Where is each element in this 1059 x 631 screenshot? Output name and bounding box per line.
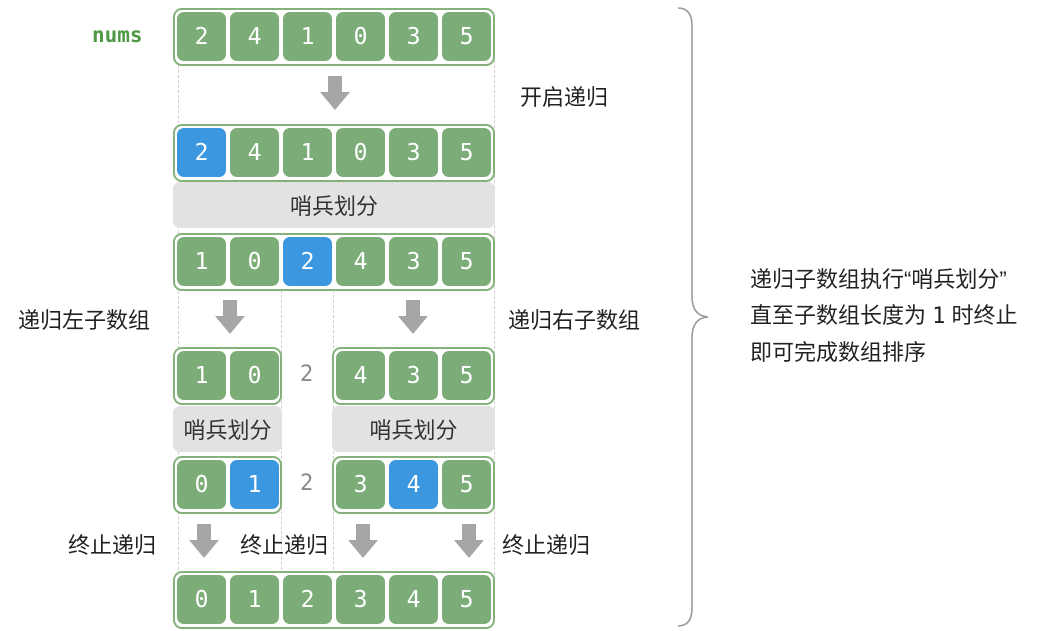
down-arrow-icon [452, 524, 486, 558]
down-arrow-icon [213, 300, 247, 334]
array-after-partition: 1 0 2 4 3 5 [173, 233, 495, 291]
pivot-cell: 4 [389, 460, 438, 509]
array-cell: 0 [336, 128, 385, 177]
curly-brace-icon [677, 7, 709, 627]
array-cell: 4 [230, 12, 279, 61]
array-cell: 1 [283, 12, 332, 61]
summary-line-2: 直至子数组长度为 1 时终止 [750, 298, 1018, 335]
array-cell: 1 [230, 575, 279, 624]
array-cell: 5 [442, 237, 491, 286]
array-cell: 1 [177, 237, 226, 286]
summary-line-1: 递归子数组执行“哨兵划分” [750, 267, 1007, 292]
down-arrow-icon [396, 300, 430, 334]
partition-step-band: 哨兵划分 [173, 182, 495, 228]
array-cell: 3 [336, 460, 385, 509]
array-cell: 3 [389, 12, 438, 61]
array-cell: 3 [389, 237, 438, 286]
array-cell: 0 [177, 575, 226, 624]
recurse-left-label: 递归左子数组 [18, 308, 151, 333]
summary-line-2-number: 1 [932, 304, 946, 329]
start-recursion-label: 开启递归 [520, 85, 609, 110]
down-arrow-icon [187, 524, 221, 558]
pivot-cell: 1 [230, 460, 279, 509]
down-arrow-icon [346, 524, 380, 558]
pivot-value: 2 [300, 362, 314, 387]
summary-text: 递归子数组执行“哨兵划分” 直至子数组长度为 1 时终止 即可完成数组排序 [750, 262, 1018, 371]
array-initial: 2 4 1 0 3 5 [173, 8, 495, 66]
array-pivot-selected: 2 4 1 0 3 5 [173, 124, 495, 182]
terminate-label: 终止递归 [68, 533, 157, 558]
pivot-value: 2 [300, 471, 314, 496]
array-cell: 0 [336, 12, 385, 61]
array-cell: 5 [442, 351, 491, 400]
guide-line-mid-left [281, 285, 282, 620]
array-cell: 0 [177, 460, 226, 509]
guide-line-mid-right [333, 285, 334, 620]
array-cell: 3 [389, 351, 438, 400]
array-cell: 4 [336, 237, 385, 286]
array-cell: 5 [442, 460, 491, 509]
terminate-label: 终止递归 [240, 533, 329, 558]
right-subarray-partitioned: 3 4 5 [332, 456, 495, 514]
summary-line-2-pre: 直至子数组长度为 [750, 303, 927, 328]
array-cell: 5 [442, 575, 491, 624]
down-arrow-icon [318, 76, 352, 110]
recurse-right-label: 递归右子数组 [508, 308, 641, 333]
array-name-label: nums [92, 23, 143, 47]
left-subarray-partitioned: 0 1 [173, 456, 282, 514]
array-cell: 2 [283, 575, 332, 624]
array-cell: 2 [177, 12, 226, 61]
array-cell: 5 [442, 128, 491, 177]
array-cell: 1 [177, 351, 226, 400]
array-cell: 0 [230, 237, 279, 286]
array-cell: 0 [230, 351, 279, 400]
terminate-label: 终止递归 [502, 533, 591, 558]
summary-line-2-post: 时终止 [951, 303, 1018, 328]
pivot-cell: 2 [283, 237, 332, 286]
left-subarray: 1 0 [173, 347, 282, 405]
array-cell: 5 [442, 12, 491, 61]
array-cell: 3 [336, 575, 385, 624]
array-sorted: 0 1 2 3 4 5 [173, 571, 495, 629]
summary-line-3: 即可完成数组排序 [750, 340, 927, 365]
pivot-cell: 2 [177, 128, 226, 177]
array-cell: 3 [389, 128, 438, 177]
partition-step-band: 哨兵划分 [173, 406, 282, 452]
array-cell: 4 [389, 575, 438, 624]
array-cell: 4 [230, 128, 279, 177]
right-subarray: 4 3 5 [332, 347, 495, 405]
array-cell: 4 [336, 351, 385, 400]
partition-step-band: 哨兵划分 [332, 406, 495, 452]
array-cell: 1 [283, 128, 332, 177]
